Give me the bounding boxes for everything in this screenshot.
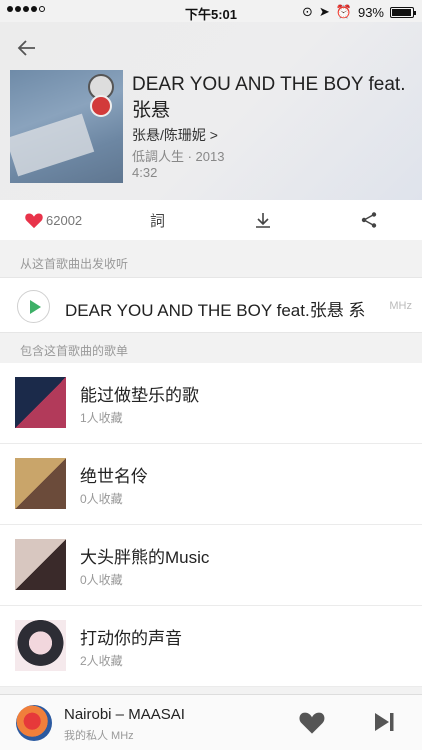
playlist-favorites: 1人收藏 — [80, 411, 123, 425]
song-header: DEAR YOU AND THE BOY feat.张悬 张悬/陈珊妮 > 低調… — [0, 22, 422, 200]
playlist-title: 能过做垫乐的歌 — [80, 386, 199, 405]
heart-icon — [25, 213, 43, 229]
playlist-favorites: 2人收藏 — [80, 654, 123, 668]
like-count: 62002 — [46, 212, 83, 228]
status-bar: 下午5:01 ⊙ ➤ ⏰ 93% — [0, 0, 422, 22]
battery-icon — [390, 6, 416, 18]
location-icon: ➤ — [318, 4, 330, 19]
radio-title: DEAR YOU AND THE BOY feat.张悬 系 — [65, 301, 366, 320]
playlist-thumbnail — [15, 377, 66, 428]
alarm-icon: ⏰ — [335, 4, 352, 19]
playlists-section-label: 包含这首歌曲的歌单 — [20, 344, 129, 358]
heart-icon[interactable] — [298, 709, 326, 735]
list-item[interactable]: 能过做垫乐的歌 1人收藏 — [0, 363, 422, 444]
playlist-thumbnail — [15, 620, 66, 671]
playlist-thumbnail — [15, 539, 66, 590]
song-title: DEAR YOU AND THE BOY feat.张悬 — [132, 74, 406, 121]
mhz-badge: MHz — [389, 300, 412, 312]
list-item[interactable]: 大头胖熊的Music 0人收藏 — [0, 525, 422, 606]
list-item[interactable]: 打动你的声音 2人收藏 — [0, 606, 422, 687]
share-button[interactable] — [360, 200, 378, 240]
list-item[interactable]: 绝世名伶 0人收藏 — [0, 444, 422, 525]
lyrics-icon: 詞 — [150, 212, 166, 230]
now-playing-artwork — [16, 705, 52, 741]
download-button[interactable] — [254, 200, 272, 240]
like-button[interactable]: 62002 — [24, 200, 82, 240]
playlist-title: 打动你的声音 — [80, 629, 182, 648]
playlist-favorites: 0人收藏 — [80, 492, 123, 506]
playlist-favorites: 0人收藏 — [80, 573, 123, 587]
lyrics-button[interactable]: 詞 — [150, 200, 165, 240]
now-playing-title: Nairobi – MAASAI — [64, 706, 185, 723]
song-actions-bar: 62002 詞 — [0, 200, 422, 240]
now-playing-bar[interactable]: Nairobi – MAASAI 我的私人 MHz — [0, 694, 422, 750]
playlist-title: 大头胖熊的Music — [80, 548, 210, 567]
now-playing-subtitle: 我的私人 MHz — [64, 730, 134, 742]
rotation-lock-icon: ⊙ — [301, 4, 313, 19]
song-artists-link[interactable]: 张悬/陈珊妮 > — [132, 125, 218, 145]
radio-section-label: 从这首歌曲出发收听 — [20, 257, 129, 271]
next-track-icon[interactable] — [372, 710, 396, 734]
playlist-thumbnail — [15, 458, 66, 509]
song-duration: 4:32 — [132, 165, 158, 180]
song-album: 低調人生 · 2013 — [132, 149, 225, 164]
back-arrow-icon[interactable] — [15, 36, 39, 60]
battery-percent: 93% — [357, 4, 384, 20]
playlist-title: 绝世名伶 — [80, 467, 148, 486]
share-icon — [361, 212, 377, 228]
play-icon[interactable] — [17, 290, 50, 323]
download-icon — [256, 213, 270, 228]
album-cover — [10, 70, 123, 183]
song-radio-row[interactable]: DEAR YOU AND THE BOY feat.张悬 系 MHz — [0, 277, 422, 333]
playlist-list: 能过做垫乐的歌 1人收藏 绝世名伶 0人收藏 大头胖熊的Music 0人收藏 打… — [0, 363, 422, 687]
